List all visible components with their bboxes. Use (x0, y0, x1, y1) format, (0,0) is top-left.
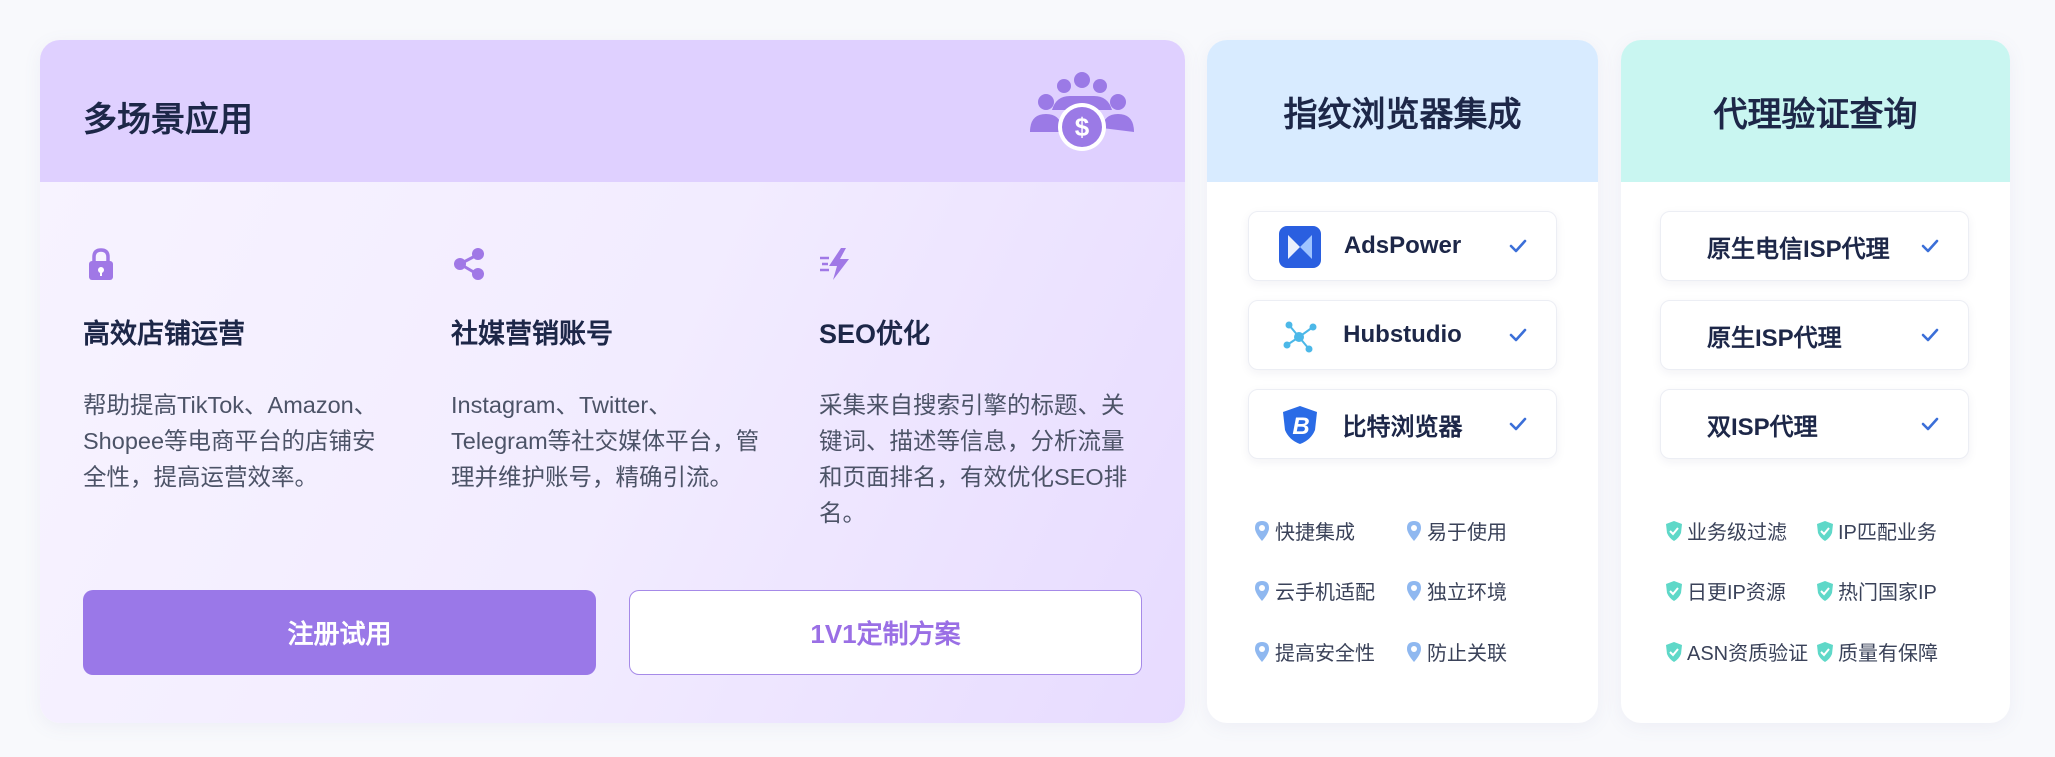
multi-scenario-card: 多场景应用 $ 高效店铺运营 帮助提高TikTok、Amazon、Shopee等… (40, 40, 1185, 723)
shield-check-icon (1817, 641, 1833, 662)
feature-description: 采集来自搜索引擎的标题、关键词、描述等信息，分析流量和页面排名，有效优化SEO排… (819, 392, 1128, 526)
tag-label: 快捷集成 (1275, 522, 1355, 544)
tag-label: 日更IP资源 (1687, 582, 1786, 604)
proxy-tag: 质量有保障 (1816, 637, 1938, 666)
tag-label: 质量有保障 (1838, 643, 1938, 665)
share-icon (454, 248, 484, 280)
location-pin-icon (1255, 580, 1269, 601)
check-icon (1921, 417, 1939, 431)
custom-plan-button[interactable]: 1V1定制方案 (629, 590, 1142, 675)
fingerprint-tag: 易于使用 (1405, 516, 1507, 545)
feature-store-operation: 高效店铺运营 帮助提高TikTok、Amazon、Shopee等电商平台的店铺安… (83, 246, 393, 495)
location-pin-icon (1407, 520, 1421, 541)
browser-item-hubstudio[interactable]: Hubstudio (1248, 300, 1557, 370)
location-pin-icon (1255, 520, 1269, 541)
lock-icon (89, 248, 113, 280)
proxy-tag: 日更IP资源 (1665, 576, 1786, 605)
location-pin-icon (1255, 641, 1269, 662)
shield-check-icon (1817, 580, 1833, 601)
location-pin-icon (1407, 641, 1421, 662)
proxy-item-dual-isp[interactable]: 双ISP代理 (1660, 389, 1969, 459)
proxy-tag: 热门国家IP (1816, 576, 1937, 605)
feature-title: SEO优化 (819, 319, 931, 349)
lightning-icon (820, 248, 849, 280)
multi-scenario-body: 高效店铺运营 帮助提高TikTok、Amazon、Shopee等电商平台的店铺安… (40, 182, 1185, 723)
shield-check-icon (1666, 580, 1682, 601)
tag-label: 业务级过滤 (1687, 522, 1787, 544)
fingerprint-tag: 快捷集成 (1253, 516, 1355, 545)
tag-label: 提高安全性 (1275, 643, 1375, 665)
fingerprint-header: 指纹浏览器集成 (1207, 40, 1598, 182)
fingerprint-browser-card: 指纹浏览器集成 AdsPower Hubstudio B 比特浏览器 快捷集成 … (1207, 40, 1598, 723)
tag-label: IP匹配业务 (1838, 522, 1937, 544)
browser-item-adspower[interactable]: AdsPower (1248, 211, 1557, 281)
svg-text:$: $ (1075, 112, 1090, 142)
feature-social-accounts: 社媒营销账号 Instagram、Twitter、Telegram等社交媒体平台… (451, 246, 761, 495)
check-icon (1509, 417, 1527, 431)
proxy-tag: 业务级过滤 (1665, 516, 1787, 545)
proxy-tag: ASN资质验证 (1665, 637, 1808, 666)
card-title: 多场景应用 (83, 101, 253, 139)
proxy-name: 原生ISP代理 (1707, 324, 1842, 352)
check-icon (1921, 239, 1939, 253)
tag-label: ASN资质验证 (1687, 643, 1809, 665)
proxy-name: 双ISP代理 (1707, 413, 1818, 441)
tag-label: 独立环境 (1427, 582, 1507, 604)
check-icon (1509, 239, 1527, 253)
proxy-verification-card: 代理验证查询 原生电信ISP代理 原生ISP代理 双ISP代理 业务级过滤 IP… (1621, 40, 2010, 723)
fingerprint-tag: 独立环境 (1405, 576, 1507, 605)
feature-title: 高效店铺运营 (83, 319, 245, 349)
proxy-tag: IP匹配业务 (1816, 516, 1937, 545)
shield-check-icon (1666, 520, 1682, 541)
proxy-item-native-isp[interactable]: 原生ISP代理 (1660, 300, 1969, 370)
multi-scenario-header: 多场景应用 $ (40, 40, 1185, 182)
feature-title: 社媒营销账号 (451, 319, 613, 349)
check-icon (1921, 328, 1939, 342)
tag-label: 热门国家IP (1838, 582, 1937, 604)
feature-seo: SEO优化 采集来自搜索引擎的标题、关键词、描述等信息，分析流量和页面排名，有效… (819, 246, 1129, 531)
shield-check-icon (1817, 520, 1833, 541)
fingerprint-tag: 防止关联 (1405, 637, 1507, 666)
register-trial-button[interactable]: 注册试用 (83, 590, 596, 675)
feature-description: 帮助提高TikTok、Amazon、Shopee等电商平台的店铺安全性，提高运营… (83, 392, 378, 490)
feature-description: Instagram、Twitter、Telegram等社交媒体平台，管理并维护账… (451, 392, 760, 490)
tag-label: 防止关联 (1427, 643, 1507, 665)
proxy-name: 原生电信ISP代理 (1707, 235, 1890, 263)
proxy-header: 代理验证查询 (1621, 40, 2010, 182)
proxy-item-telecom-isp[interactable]: 原生电信ISP代理 (1660, 211, 1969, 281)
tag-label: 云手机适配 (1275, 582, 1375, 604)
browser-item-bitbrowser[interactable]: B 比特浏览器 (1248, 389, 1557, 459)
tag-label: 易于使用 (1427, 522, 1507, 544)
people-money-icon: $ (1030, 72, 1134, 151)
location-pin-icon (1407, 580, 1421, 601)
shield-check-icon (1666, 641, 1682, 662)
fingerprint-tag: 云手机适配 (1253, 576, 1375, 605)
check-icon (1509, 328, 1527, 342)
fingerprint-tag: 提高安全性 (1253, 637, 1375, 666)
